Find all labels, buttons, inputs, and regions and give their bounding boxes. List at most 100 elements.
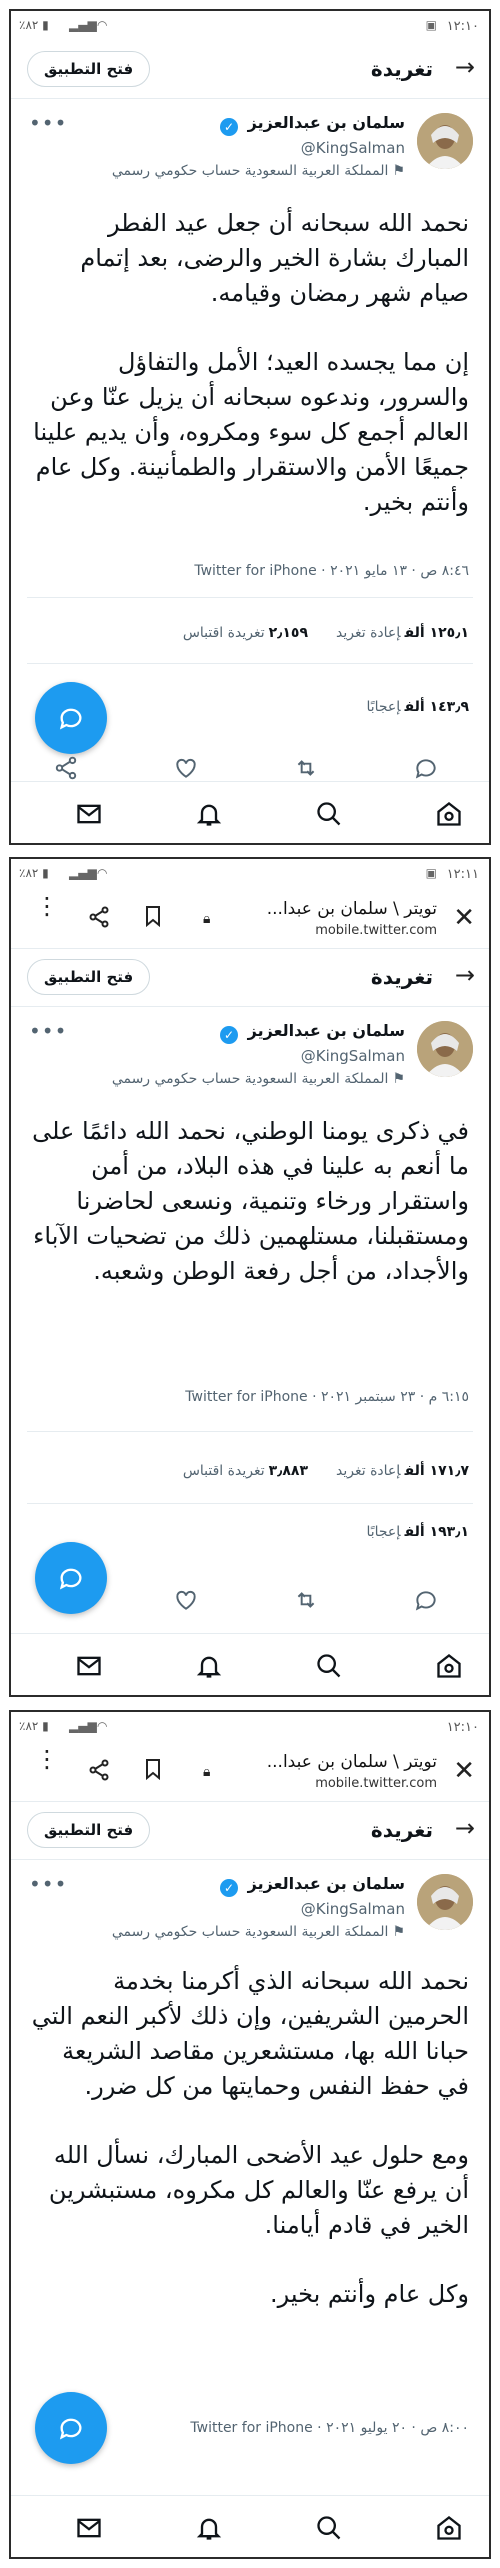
tweet-text: نحمد الله سبحانه الذي أكرمنا بخدمة الحرم… bbox=[27, 1964, 469, 2312]
wifi-icon: ◠ bbox=[97, 866, 108, 880]
reply-icon[interactable] bbox=[413, 755, 439, 781]
avatar[interactable] bbox=[417, 113, 473, 169]
search-icon[interactable] bbox=[315, 1652, 343, 1680]
like-stats: ١٤٣٫٩ ألف إعجابًا bbox=[366, 699, 469, 715]
like-label[interactable]: إعجابًا bbox=[366, 699, 400, 715]
more-horizontal-icon[interactable]: ••• bbox=[29, 1872, 67, 1896]
arrow-right-icon[interactable]: → bbox=[455, 1814, 475, 1842]
share-icon[interactable] bbox=[87, 905, 111, 929]
like-label[interactable]: إعجابًا bbox=[366, 1524, 400, 1540]
home-icon[interactable] bbox=[435, 2514, 463, 2542]
like-count[interactable]: ١٩٣٫١ ألف bbox=[405, 1524, 469, 1540]
author-name[interactable]: سلمان بن عبدالعزيز bbox=[248, 1021, 405, 1040]
tweet-text: في ذكرى يومنا الوطني، نحمد الله دائمًا ع… bbox=[27, 1114, 469, 1289]
tweet-paragraph: نحمد الله سبحانه الذي أكرمنا بخدمة الحرم… bbox=[31, 1967, 469, 2100]
share-icon[interactable] bbox=[53, 755, 79, 781]
retweet-count[interactable]: ١٧١٫٧ ألف bbox=[405, 1463, 469, 1479]
quote-count[interactable]: ٢٫١٥٩ bbox=[269, 625, 308, 641]
arrow-right-icon[interactable]: → bbox=[455, 961, 475, 989]
share-icon[interactable] bbox=[87, 1758, 111, 1782]
image-icon: ▣ bbox=[425, 18, 437, 32]
like-icon[interactable] bbox=[173, 1587, 199, 1613]
screenshot-panel-1: ١٢:١٠ ٪٨٢ ▮ ▂▄▆ ◠ ▣ → تغريدة فتح التطبيق… bbox=[9, 9, 491, 845]
avatar[interactable] bbox=[417, 1021, 473, 1077]
tweet-paragraph: وكل عام وأنتم بخير. bbox=[269, 2280, 469, 2308]
battery-percent: ٪٨٢ bbox=[19, 18, 39, 32]
reply-icon[interactable] bbox=[413, 1587, 439, 1613]
divider bbox=[27, 663, 473, 664]
author-handle[interactable]: @KingSalman bbox=[301, 139, 405, 157]
tweet-header: → تغريدة فتح التطبيق bbox=[11, 1802, 489, 1860]
search-icon[interactable] bbox=[315, 2514, 343, 2542]
compose-button[interactable] bbox=[35, 2392, 107, 2464]
author-handle[interactable]: @KingSalman bbox=[301, 1900, 405, 1918]
battery-percent: ٪٨٢ bbox=[19, 866, 39, 880]
like-count[interactable]: ١٤٣٫٩ ألف bbox=[405, 699, 469, 715]
signal-icon: ▂▄▆ bbox=[69, 866, 97, 880]
browser-url[interactable]: mobile.twitter.com bbox=[315, 923, 437, 938]
retweet-label[interactable]: إعادة تغريد bbox=[336, 625, 401, 641]
open-app-button[interactable]: فتح التطبيق bbox=[27, 1812, 151, 1848]
avatar[interactable] bbox=[417, 1874, 473, 1930]
more-vertical-icon[interactable]: ⋮ bbox=[35, 894, 59, 918]
battery-percent: ٪٨٢ bbox=[19, 1719, 39, 1733]
tweet-meta[interactable]: ٨:٤٦ ص · ١٣ مايو ٢٠٢١ · Twitter for iPho… bbox=[194, 563, 469, 579]
home-icon[interactable] bbox=[435, 1652, 463, 1680]
mail-icon[interactable] bbox=[75, 2514, 103, 2542]
browser-toolbar: ✕ تويتر \ سلمان بن عبدا... mobile.twitte… bbox=[11, 889, 489, 949]
bookmark-icon[interactable] bbox=[145, 1758, 161, 1780]
page-title: تغريدة bbox=[370, 1818, 433, 1842]
search-icon[interactable] bbox=[315, 800, 343, 828]
bell-icon[interactable] bbox=[195, 1652, 223, 1680]
flag-icon: ⚑ bbox=[392, 163, 405, 179]
open-app-button[interactable]: فتح التطبيق bbox=[27, 51, 151, 87]
tweet-paragraph: في ذكرى يومنا الوطني، نحمد الله دائمًا ع… bbox=[32, 1117, 469, 1285]
status-time: ١٢:١١ bbox=[446, 867, 479, 882]
author-block: سلمان بن عبدالعزيز ✓ @KingSalman ⚑المملك… bbox=[11, 1009, 489, 1095]
open-app-button[interactable]: فتح التطبيق bbox=[27, 959, 151, 995]
retweet-icon[interactable] bbox=[293, 755, 319, 781]
more-horizontal-icon[interactable]: ••• bbox=[29, 1019, 67, 1043]
mail-icon[interactable] bbox=[75, 800, 103, 828]
divider bbox=[27, 597, 473, 598]
author-name[interactable]: سلمان بن عبدالعزيز bbox=[248, 1874, 405, 1893]
browser-url[interactable]: mobile.twitter.com bbox=[315, 1776, 437, 1791]
close-icon[interactable]: ✕ bbox=[453, 1756, 475, 1786]
bookmark-icon[interactable] bbox=[145, 905, 161, 927]
author-handle[interactable]: @KingSalman bbox=[301, 1047, 405, 1065]
like-icon[interactable] bbox=[173, 755, 199, 781]
lock-icon: 🔒︎ bbox=[203, 1764, 211, 1780]
tweet-meta[interactable]: ٦:١٥ م · ٢٣ سبتمبر ٢٠٢١ · Twitter for iP… bbox=[185, 1389, 469, 1405]
verified-badge-icon: ✓ bbox=[220, 1026, 239, 1044]
tweet-header: → تغريدة فتح التطبيق bbox=[11, 41, 489, 99]
retweet-label[interactable]: إعادة تغريد bbox=[336, 1463, 401, 1479]
status-bar: ١٢:١١ ٪٨٢ ▮ ▂▄▆ ◠ ▣ bbox=[11, 859, 489, 889]
quote-label[interactable]: تغريدة اقتباس bbox=[183, 1463, 265, 1479]
tweet-paragraph: ومع حلول عيد الأضحى المبارك، نسأل الله أ… bbox=[48, 2141, 469, 2239]
lock-icon: 🔒︎ bbox=[203, 911, 211, 927]
mail-icon[interactable] bbox=[75, 1652, 103, 1680]
quote-label[interactable]: تغريدة اقتباس bbox=[183, 625, 265, 641]
government-label: ⚑المملكة العربية السعودية حساب حكومي رسم… bbox=[112, 163, 405, 179]
tweet-stats: ١٧١٫٧ ألفإعادة تغريد ٣٫٨٨٣تغريدة اقتباس bbox=[183, 1463, 469, 1479]
author-name[interactable]: سلمان بن عبدالعزيز bbox=[248, 113, 405, 132]
flag-icon: ⚑ bbox=[392, 1924, 405, 1940]
compose-button[interactable] bbox=[35, 682, 107, 754]
quote-count[interactable]: ٣٫٨٨٣ bbox=[269, 1463, 308, 1479]
author-name-line: سلمان بن عبدالعزيز ✓ bbox=[220, 1874, 405, 1897]
bell-icon[interactable] bbox=[195, 800, 223, 828]
more-vertical-icon[interactable]: ⋮ bbox=[35, 1747, 59, 1771]
author-block: سلمان بن عبدالعزيز ✓ @KingSalman ⚑المملك… bbox=[11, 101, 489, 187]
browser-tab-title: تويتر \ سلمان بن عبدا... bbox=[266, 1752, 437, 1772]
arrow-right-icon[interactable]: → bbox=[455, 53, 475, 81]
more-horizontal-icon[interactable]: ••• bbox=[29, 111, 67, 135]
home-icon[interactable] bbox=[435, 800, 463, 828]
bell-icon[interactable] bbox=[195, 2514, 223, 2542]
retweet-count[interactable]: ١٢٥٫١ ألف bbox=[405, 625, 469, 641]
page-title: تغريدة bbox=[370, 965, 433, 989]
image-icon: ▣ bbox=[425, 866, 437, 880]
close-icon[interactable]: ✕ bbox=[453, 903, 475, 933]
retweet-icon[interactable] bbox=[293, 1587, 319, 1613]
tweet-meta[interactable]: ٨:٠٠ ص · ٢٠ يوليو ٢٠٢١ · Twitter for iPh… bbox=[190, 2420, 469, 2436]
screenshot-panel-2: ١٢:١١ ٪٨٢ ▮ ▂▄▆ ◠ ▣ ✕ تويتر \ سلمان بن ع… bbox=[9, 857, 491, 1697]
